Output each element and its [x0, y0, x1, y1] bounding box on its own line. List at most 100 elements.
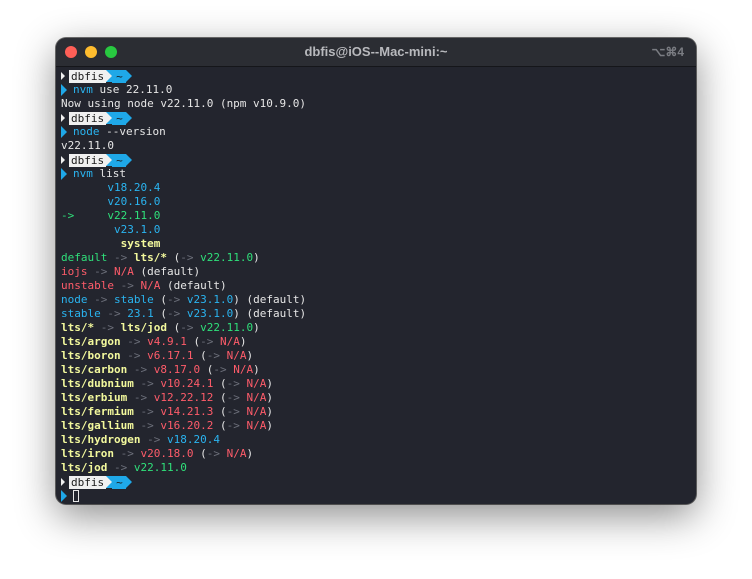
- prompt-user: dbfis: [69, 111, 107, 125]
- output-text: ->: [167, 293, 181, 306]
- window-title: dbfis@iOS--Mac-mini:~: [304, 44, 448, 59]
- output-line: lts/erbium -> v12.22.12 (-> N/A): [61, 391, 696, 405]
- output-text: ->: [133, 419, 161, 432]
- prompt-user: dbfis: [69, 475, 107, 489]
- output-line: Now using node v22.11.0 (npm v10.9.0): [61, 97, 696, 111]
- output-text: v18.20.4: [61, 181, 161, 194]
- output-text: (: [213, 405, 227, 418]
- output-text: iojs: [61, 265, 88, 278]
- output-text: N/A: [219, 447, 247, 460]
- output-line: v18.20.4: [61, 181, 696, 195]
- prompt-line: dbfis ~: [61, 111, 696, 125]
- output-text: ->: [200, 335, 214, 348]
- output-line: unstable -> N/A (default): [61, 279, 696, 293]
- output-text: ->: [120, 349, 148, 362]
- output-text: N/A: [226, 363, 254, 376]
- output-text: v23.1.0: [61, 223, 161, 236]
- input-line: [61, 489, 696, 503]
- output-text: ->: [226, 419, 240, 432]
- prompt-directory: ~: [112, 153, 126, 167]
- prompt-line: dbfis ~: [61, 153, 696, 167]
- command-line: node --version: [61, 125, 696, 139]
- output-line: lts/iron -> v20.18.0 (-> N/A): [61, 447, 696, 461]
- output-text: -> v22.11.0: [61, 209, 161, 222]
- output-text: N/A: [213, 335, 240, 348]
- output-text: ->: [127, 363, 154, 376]
- output-text: N/A: [239, 391, 267, 404]
- prompt-user: dbfis: [69, 153, 107, 167]
- output-text: (: [213, 391, 227, 404]
- output-line: lts/hydrogen -> v18.20.4: [61, 433, 696, 447]
- output-text: v22.11.0: [193, 321, 254, 334]
- command-text: nvm: [73, 83, 93, 96]
- output-text: (: [166, 321, 181, 334]
- output-text: v12.22.12: [153, 391, 214, 404]
- output-text: lts/boron: [61, 349, 121, 362]
- output-text: ) (default): [233, 293, 307, 306]
- command-line: nvm list: [61, 167, 696, 181]
- output-text: N/A: [140, 279, 161, 292]
- output-text: (: [153, 293, 167, 306]
- text-cursor[interactable]: [73, 490, 79, 502]
- output-text: lts/jod: [61, 461, 108, 474]
- output-text: (: [193, 447, 207, 460]
- output-text: ->: [100, 307, 128, 320]
- output-text: (: [153, 307, 167, 320]
- output-line: default -> lts/* (-> v22.11.0): [61, 251, 696, 265]
- powerline-end-icon: [125, 154, 132, 166]
- powerline-end-icon: [125, 112, 132, 124]
- output-text: lts/erbium: [61, 391, 128, 404]
- output-text: ->: [226, 405, 240, 418]
- output-text: lts/fermium: [61, 405, 134, 418]
- output-line: lts/boron -> v6.17.1 (-> N/A): [61, 349, 696, 363]
- output-text: ): [266, 405, 273, 418]
- output-text: lts/carbon: [61, 363, 128, 376]
- output-line: lts/jod -> v22.11.0: [61, 461, 696, 475]
- output-text: ->: [94, 321, 121, 334]
- output-text: ->: [133, 377, 161, 390]
- output-text: lts/hydrogen: [61, 433, 141, 446]
- output-text: lts/gallium: [61, 419, 134, 432]
- output-text: node: [61, 293, 88, 306]
- output-text: v4.9.1: [147, 335, 187, 348]
- output-text: ->: [87, 265, 114, 278]
- output-text: (default): [160, 279, 227, 292]
- output-text: ->: [133, 405, 161, 418]
- output-line: stable -> 23.1 (-> v23.1.0) (default): [61, 307, 696, 321]
- output-text: ->: [127, 391, 154, 404]
- output-text: v23.1.0: [180, 307, 234, 320]
- output-text: (default): [133, 265, 201, 278]
- output-text: ->: [107, 461, 134, 474]
- output-text: lts/*: [61, 321, 95, 334]
- terminal-output[interactable]: dbfis ~ nvm use 22.11.0 Now using node v22.…: [56, 67, 696, 503]
- command-text: --version: [99, 125, 166, 138]
- title-bar: dbfis@iOS--Mac-mini:~ ⌥⌘4: [56, 38, 696, 67]
- output-text: v22.11.0: [61, 139, 114, 152]
- output-text: ->: [140, 433, 167, 446]
- output-text: v22.11.0: [133, 461, 187, 474]
- powerline-end-icon: [125, 476, 132, 488]
- prompt-line: dbfis ~: [61, 69, 696, 83]
- output-text: system: [61, 237, 161, 250]
- prompt-line: dbfis ~: [61, 475, 696, 489]
- output-text: lts/iron: [61, 447, 114, 460]
- output-text: lts/jod: [120, 321, 167, 334]
- input-arrow-icon: [61, 168, 67, 180]
- output-text: v14.21.3: [160, 405, 214, 418]
- output-text: v18.20.4: [166, 433, 220, 446]
- command-text: use 22.11.0: [92, 83, 173, 96]
- powerline-end-icon: [125, 70, 132, 82]
- output-text: v20.18.0: [140, 447, 194, 460]
- command-text: list: [92, 167, 126, 180]
- prompt-directory: ~: [112, 475, 126, 489]
- input-arrow-icon: [61, 490, 67, 502]
- output-text: ->: [87, 293, 114, 306]
- output-line: -> v22.11.0: [61, 209, 696, 223]
- output-text: stable: [114, 293, 154, 306]
- output-text: ->: [180, 251, 194, 264]
- output-text: v6.17.1: [147, 349, 194, 362]
- command-text: nvm: [73, 167, 93, 180]
- output-text: v16.20.2: [160, 419, 214, 432]
- output-line: iojs -> N/A (default): [61, 265, 696, 279]
- command-text: node: [73, 125, 100, 138]
